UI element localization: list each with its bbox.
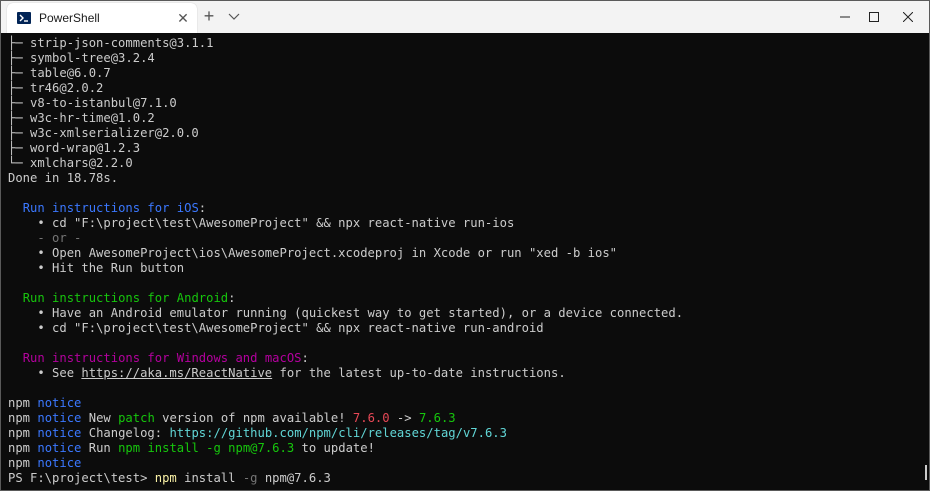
tree-line: ├─ word-wrap@1.2.3 — [8, 141, 141, 155]
android-step: • cd "F:\project\test\AwesomeProject" &&… — [8, 321, 544, 335]
close-window-icon[interactable] — [885, 1, 930, 33]
android-heading: Run instructions for Android: — [22, 291, 236, 305]
tree-line: ├─ table@6.0.7 — [8, 66, 111, 80]
terminal-output[interactable]: ├─ strip-json-comments@3.1.1 ├─ symbol-t… — [1, 33, 929, 490]
tree-line: ├─ tr46@2.0.2 — [8, 81, 104, 95]
windows-step: • See https://aka.ms/ReactNative for the… — [8, 366, 566, 380]
text-cursor — [925, 465, 927, 480]
done-message: Done in 18.78s. — [8, 171, 119, 185]
close-icon[interactable]: ✕ — [175, 10, 191, 26]
npm-notice-line: npm notice — [8, 456, 82, 470]
npm-notice-line: npm notice Changelog: https://github.com… — [8, 426, 507, 440]
tree-line: ├─ w3c-xmlserializer@2.0.0 — [8, 126, 199, 140]
powershell-icon — [17, 12, 31, 24]
title-bar[interactable]: PowerShell ✕ + — [1, 1, 929, 33]
tree-line: ├─ w3c-hr-time@1.0.2 — [8, 111, 155, 125]
ios-step: • cd "F:\project\test\AwesomeProject" &&… — [8, 216, 515, 230]
npm-notice-line: npm notice New patch version of npm avai… — [8, 411, 456, 425]
chevron-down-icon[interactable] — [227, 9, 241, 23]
tab-powershell[interactable]: PowerShell ✕ — [7, 3, 197, 33]
powershell-window: PowerShell ✕ + ├─ strip-json-comments@3.… — [0, 0, 930, 491]
npm-notice-line: npm notice — [8, 396, 82, 410]
tree-line: ├─ symbol-tree@3.2.4 — [8, 51, 155, 65]
react-native-link[interactable]: https://aka.ms/ReactNative — [81, 366, 272, 380]
changelog-link[interactable]: https://github.com/npm/cli/releases/tag/… — [169, 426, 507, 440]
plus-icon[interactable]: + — [200, 7, 218, 25]
ios-or: - or - — [8, 231, 82, 245]
android-heading-text: Run instructions for Android — [22, 291, 229, 305]
npm-notice-line: npm notice Run npm install -g npm@7.6.3 … — [8, 441, 375, 455]
android-step: • Have an Android emulator running (quic… — [8, 306, 684, 320]
ios-step: • Hit the Run button — [8, 261, 185, 275]
prompt-command: npm — [154, 471, 177, 485]
tab-title: PowerShell — [39, 11, 100, 25]
windows-heading: Run instructions for Windows and macOS: — [22, 351, 309, 365]
tree-line: ├─ v8-to-istanbul@7.1.0 — [8, 96, 177, 110]
ios-step: • Open AwesomeProject\ios\AwesomeProject… — [8, 246, 618, 260]
ios-heading: Run instructions for iOS: — [22, 201, 207, 215]
ios-heading-text: Run instructions for iOS — [22, 201, 199, 215]
tree-line: └─ xmlchars@2.2.0 — [8, 156, 133, 170]
command-prompt[interactable]: PS F:\project\test> npm install -g npm@7… — [8, 471, 331, 486]
windows-heading-text: Run instructions for Windows and macOS — [22, 351, 302, 365]
prompt-path: PS F:\project\test> — [8, 471, 155, 485]
tree-line: ├─ strip-json-comments@3.1.1 — [8, 36, 214, 50]
